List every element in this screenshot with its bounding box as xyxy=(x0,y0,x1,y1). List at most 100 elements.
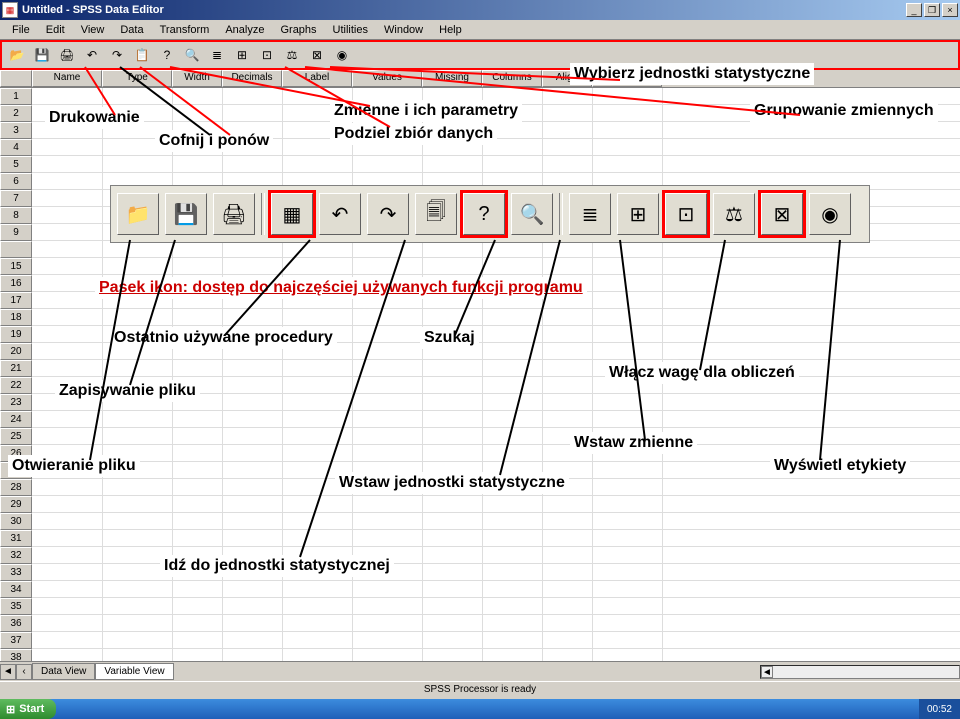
redo-icon[interactable]: ↷ xyxy=(106,44,128,66)
row-header[interactable]: 29 xyxy=(0,496,32,513)
value-labels-icon[interactable]: ◉ xyxy=(331,44,353,66)
row-header[interactable]: 25 xyxy=(0,428,32,445)
row-header[interactable] xyxy=(0,241,32,258)
row-header[interactable]: 28 xyxy=(0,479,32,496)
row-header[interactable]: 26 xyxy=(0,445,32,462)
big-toolbar-button-9: 🔍 xyxy=(511,193,553,235)
row-header[interactable]: 8 xyxy=(0,207,32,224)
system-tray[interactable]: 00:52 xyxy=(919,699,960,719)
col-name[interactable]: Name xyxy=(32,70,102,87)
menu-view[interactable]: View xyxy=(73,22,113,38)
data-grid[interactable]: 1234567891516171819202122232425262728293… xyxy=(0,88,960,688)
start-button[interactable]: ⊞Start xyxy=(0,699,56,719)
menu-transform[interactable]: Transform xyxy=(152,22,218,38)
menu-data[interactable]: Data xyxy=(112,22,151,38)
row-header[interactable]: 2 xyxy=(0,105,32,122)
row-header[interactable]: 19 xyxy=(0,326,32,343)
undo-icon[interactable]: ↶ xyxy=(81,44,103,66)
col-measure[interactable]: Measure xyxy=(592,70,662,87)
row-header[interactable]: 37 xyxy=(0,632,32,649)
row-header[interactable]: 22 xyxy=(0,377,32,394)
col-align[interactable]: Align xyxy=(542,70,592,87)
close-button[interactable]: × xyxy=(942,3,958,17)
col-values[interactable]: Values xyxy=(352,70,422,87)
h-scrollbar[interactable]: ◄ xyxy=(760,665,960,679)
column-headers: Name Type Width Decimals Label Values Mi… xyxy=(0,70,960,88)
row-header[interactable]: 30 xyxy=(0,513,32,530)
row-header[interactable]: 15 xyxy=(0,258,32,275)
menu-edit[interactable]: Edit xyxy=(38,22,73,38)
row-header[interactable]: 6 xyxy=(0,173,32,190)
row-header[interactable]: 21 xyxy=(0,360,32,377)
title-bar: ▦ Untitled - SPSS Data Editor _ ❐ × xyxy=(0,0,960,20)
col-decimals[interactable]: Decimals xyxy=(222,70,282,87)
insert-case-icon[interactable]: ≣ xyxy=(206,44,228,66)
big-toolbar-button-4: ▦ xyxy=(271,193,313,235)
restore-button[interactable]: ❐ xyxy=(924,3,940,17)
row-header[interactable]: 17 xyxy=(0,292,32,309)
row-header[interactable]: 27 xyxy=(0,462,32,479)
tab-prev[interactable]: ‹ xyxy=(16,664,32,680)
row-header[interactable]: 5 xyxy=(0,156,32,173)
minimize-button[interactable]: _ xyxy=(906,3,922,17)
enlarged-toolbar: 📁💾🖨▦↶↷🗐?🔍≣⊞⊡⚖⊠◉ xyxy=(110,185,870,243)
menu-help[interactable]: Help xyxy=(431,22,470,38)
big-toolbar-button-12: ⊞ xyxy=(617,193,659,235)
row-header[interactable]: 18 xyxy=(0,309,32,326)
col-width[interactable]: Width xyxy=(172,70,222,87)
print-icon[interactable]: 🖨 xyxy=(56,44,78,66)
row-header[interactable]: 31 xyxy=(0,530,32,547)
app-icon: ▦ xyxy=(2,2,18,18)
row-header[interactable]: 32 xyxy=(0,547,32,564)
big-toolbar-button-2: 🖨 xyxy=(213,193,255,235)
menu-window[interactable]: Window xyxy=(376,22,431,38)
taskbar: ⊞Start 00:52 xyxy=(0,699,960,719)
menu-file[interactable]: File xyxy=(4,22,38,38)
row-header[interactable]: 4 xyxy=(0,139,32,156)
row-header[interactable]: 34 xyxy=(0,581,32,598)
big-toolbar-button-8: ? xyxy=(463,193,505,235)
help-icon[interactable]: ? xyxy=(156,44,178,66)
row-header[interactable]: 24 xyxy=(0,411,32,428)
row-header[interactable]: 23 xyxy=(0,394,32,411)
status-text: SPSS Processor is ready xyxy=(424,684,536,695)
open-icon[interactable]: 📂 xyxy=(6,44,28,66)
big-toolbar-button-5: ↶ xyxy=(319,193,361,235)
col-missing[interactable]: Missing xyxy=(422,70,482,87)
tab-data-view[interactable]: Data View xyxy=(32,663,95,680)
view-tabs: ◄ ‹ Data View Variable View ◄ xyxy=(0,661,960,681)
row-header[interactable]: 35 xyxy=(0,598,32,615)
row-header[interactable]: 1 xyxy=(0,88,32,105)
clock: 00:52 xyxy=(927,704,952,715)
big-toolbar-button-0: 📁 xyxy=(117,193,159,235)
row-header[interactable]: 3 xyxy=(0,122,32,139)
find-icon[interactable]: 🔍 xyxy=(181,44,203,66)
insert-var-icon[interactable]: ⊞ xyxy=(231,44,253,66)
big-toolbar-button-15: ⊠ xyxy=(761,193,803,235)
col-type[interactable]: Type xyxy=(102,70,172,87)
row-header[interactable]: 16 xyxy=(0,275,32,292)
menu-analyze[interactable]: Analyze xyxy=(217,22,272,38)
col-label[interactable]: Label xyxy=(282,70,352,87)
col-columns[interactable]: Columns xyxy=(482,70,542,87)
toolbar: 📂 💾 🖨 ↶ ↷ 📋 ? 🔍 ≣ ⊞ ⊡ ⚖ ⊠ ◉ xyxy=(0,40,960,70)
goto-icon[interactable]: 📋 xyxy=(131,44,153,66)
window-title: Untitled - SPSS Data Editor xyxy=(22,4,906,16)
menu-graphs[interactable]: Graphs xyxy=(272,22,324,38)
tab-first[interactable]: ◄ xyxy=(0,664,16,680)
big-toolbar-button-16: ◉ xyxy=(809,193,851,235)
row-header[interactable]: 9 xyxy=(0,224,32,241)
menu-bar: File Edit View Data Transform Analyze Gr… xyxy=(0,20,960,40)
status-bar: SPSS Processor is ready xyxy=(0,681,960,699)
select-icon[interactable]: ⊠ xyxy=(306,44,328,66)
save-icon[interactable]: 💾 xyxy=(31,44,53,66)
menu-utilities[interactable]: Utilities xyxy=(325,22,376,38)
row-header[interactable]: 36 xyxy=(0,615,32,632)
big-toolbar-button-14: ⚖ xyxy=(713,193,755,235)
weight-icon[interactable]: ⚖ xyxy=(281,44,303,66)
split-icon[interactable]: ⊡ xyxy=(256,44,278,66)
row-header[interactable]: 33 xyxy=(0,564,32,581)
row-header[interactable]: 7 xyxy=(0,190,32,207)
row-header[interactable]: 20 xyxy=(0,343,32,360)
tab-variable-view[interactable]: Variable View xyxy=(95,663,173,680)
